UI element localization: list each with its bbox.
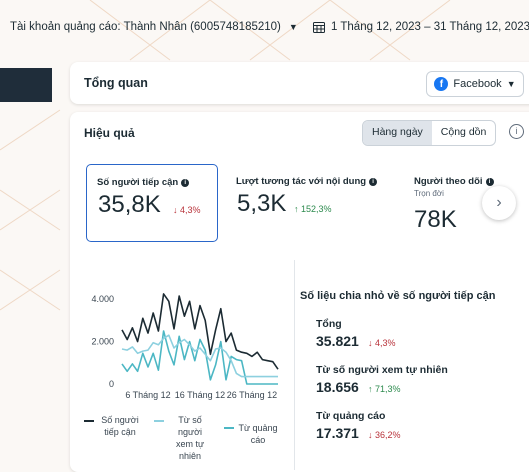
reach-chart: 4.000 2.000 0 6 Tháng 12 16 Tháng 12 26 Tháng… <box>91 293 279 400</box>
info-icon[interactable]: i <box>485 178 494 186</box>
x-tick-label: 6 Tháng 12 <box>125 390 170 400</box>
y-tick-label: 4.000 <box>91 294 114 304</box>
legend-swatch <box>84 420 94 422</box>
carousel-next-button[interactable]: › <box>482 186 516 220</box>
breakdown-ads-delta: ↓ 36,2% <box>368 430 401 440</box>
breakdown-ads-label: Từ quảng cáo <box>316 410 386 422</box>
metric-engagement-delta: ↑ 152,3% <box>294 204 332 214</box>
breakdown-organic-delta: ↑ 71,3% <box>368 384 401 394</box>
date-range-selector[interactable]: 1 Tháng 12, 2023 – 31 Tháng 12, 2023 ▼ <box>313 21 529 33</box>
breakdown-title: Số liệu chia nhỏ về số người tiếp cận <box>300 290 496 302</box>
info-icon[interactable]: i <box>509 124 524 139</box>
metric-followers-label: Người theo dõi <box>414 176 483 187</box>
legend-swatch <box>154 420 164 422</box>
legend-label: Từ quảng cáo <box>238 423 278 445</box>
breakdown-total-label: Tổng <box>316 318 342 330</box>
platform-label: Facebook <box>453 78 502 90</box>
ad-account-label: Tài khoản quảng cáo: Thành Nhân (6005748… <box>10 21 281 33</box>
y-tick-label: 0 <box>109 379 114 389</box>
calendar-icon <box>313 22 325 33</box>
granularity-toggle: Hàng ngày Cộng dồn <box>362 120 497 146</box>
top-bar: Tài khoản quảng cáo: Thành Nhân (6005748… <box>0 0 529 60</box>
performance-card: Hiệu quả Hàng ngày Cộng dồn i Số người t… <box>70 112 529 472</box>
breakdown-ads-value: 17.371 <box>316 425 359 441</box>
legend-label: Từ số người xem tự nhiên <box>175 415 205 461</box>
ad-account-selector[interactable]: Tài khoản quảng cáo: Thành Nhân (6005748… <box>10 21 298 33</box>
overview-card: Tổng quan f Facebook ▼ <box>70 62 529 104</box>
toggle-cumulative[interactable]: Cộng dồn <box>432 121 496 145</box>
x-tick-label: 16 Tháng 12 <box>175 390 225 400</box>
chevron-right-icon: › <box>496 194 502 211</box>
breakdown-total-delta: ↓ 4,3% <box>368 338 396 348</box>
overview-title: Tổng quan <box>84 76 148 90</box>
x-tick-label: 26 Tháng 12 <box>227 390 277 400</box>
info-icon[interactable]: i <box>369 178 378 186</box>
chevron-down-icon: ▼ <box>288 22 298 32</box>
legend-swatch <box>224 427 234 429</box>
facebook-icon: f <box>434 77 449 91</box>
breakdown-organic-label: Từ số người xem tự nhiên <box>316 364 448 376</box>
breakdown-total-value: 35.821 <box>316 333 359 349</box>
toggle-daily[interactable]: Hàng ngày <box>363 121 432 145</box>
left-nav-item[interactable] <box>0 68 52 102</box>
date-range-label: 1 Tháng 12, 2023 – 31 Tháng 12, 2023 <box>331 21 529 33</box>
metric-followers-sublabel: Trọn đời <box>414 189 444 198</box>
platform-selector[interactable]: f Facebook ▼ <box>426 71 524 97</box>
legend-label: Số người tiếp cận <box>101 415 139 437</box>
y-tick-label: 2.000 <box>91 337 114 347</box>
chevron-down-icon: ▼ <box>506 79 516 89</box>
metric-followers-value: 78K <box>414 206 457 233</box>
breakdown-organic-value: 18.656 <box>316 379 359 395</box>
